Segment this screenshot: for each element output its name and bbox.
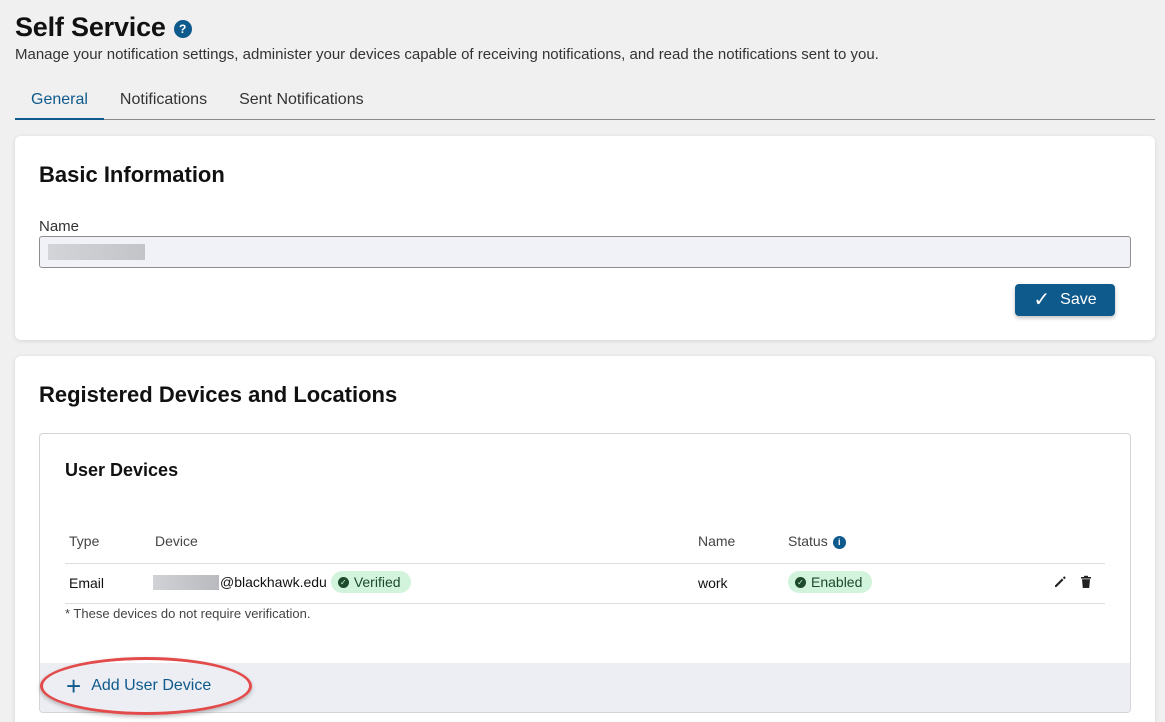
tab-general[interactable]: General	[15, 82, 104, 120]
page-header: Self Service ? Manage your notification …	[15, 12, 879, 63]
column-name: Name	[698, 533, 736, 549]
tab-notifications[interactable]: Notifications	[104, 82, 223, 120]
device-email-domain: @blackhawk.edu	[220, 574, 327, 590]
basic-information-title: Basic Information	[39, 162, 225, 187]
status-cell: ✓ Enabled	[788, 571, 873, 593]
checkmark-icon: ✓	[1033, 289, 1051, 311]
name-label: Name	[39, 218, 80, 235]
user-devices-title: User Devices	[65, 460, 179, 480]
registered-devices-card: Registered Devices and Locations User De…	[15, 356, 1155, 722]
add-user-device-label: Add User Device	[91, 677, 212, 694]
redacted-email-user	[153, 574, 219, 590]
verified-label: Verified	[353, 574, 401, 590]
page-title: Self Service	[15, 12, 166, 42]
redacted-name	[48, 244, 145, 260]
user-devices-footer: + Add User Device	[40, 663, 1130, 712]
pencil-icon[interactable]	[1053, 575, 1067, 589]
device-name: work	[698, 575, 728, 591]
device-cell: @blackhawk.edu ✓ Verified	[153, 571, 411, 593]
device-type: Email	[69, 575, 105, 591]
save-label: Save	[1060, 291, 1097, 308]
save-button[interactable]: ✓ Save	[1015, 284, 1115, 316]
enabled-label: Enabled	[811, 574, 863, 590]
plus-icon: +	[66, 671, 82, 701]
tab-sent-notifications[interactable]: Sent Notifications	[223, 82, 380, 120]
column-device: Device	[155, 533, 198, 549]
trash-icon[interactable]	[1079, 575, 1093, 589]
info-icon[interactable]: i	[832, 535, 846, 549]
column-status: Status i	[788, 534, 846, 549]
title-row: Self Service ?	[15, 12, 879, 43]
verification-footnote: * These devices do not require verificat…	[65, 606, 311, 621]
check-circle-icon: ✓	[337, 576, 349, 588]
tab-bar: General Notifications Sent Notifications	[15, 82, 1155, 120]
enabled-badge: ✓ Enabled	[788, 571, 873, 593]
question-circle-icon[interactable]: ?	[173, 19, 192, 38]
add-user-device-button[interactable]: + Add User Device	[66, 671, 212, 701]
table-header: Type Device Name Status i	[65, 534, 1105, 564]
column-status-label: Status	[788, 533, 828, 549]
basic-information-card: Basic Information Name ✓ Save	[15, 136, 1155, 340]
check-circle-icon: ✓	[795, 576, 806, 588]
row-actions	[1053, 575, 1093, 589]
name-input[interactable]	[39, 236, 1131, 268]
registered-devices-title: Registered Devices and Locations	[39, 382, 398, 407]
table-row: Email @blackhawk.edu ✓ Verified work ✓ E…	[65, 564, 1105, 604]
user-devices-panel: User Devices Type Device Name Status i Em…	[39, 433, 1131, 713]
verified-badge: ✓ Verified	[330, 571, 411, 593]
page-subtitle: Manage your notification settings, admin…	[15, 46, 879, 63]
column-type: Type	[69, 533, 100, 549]
